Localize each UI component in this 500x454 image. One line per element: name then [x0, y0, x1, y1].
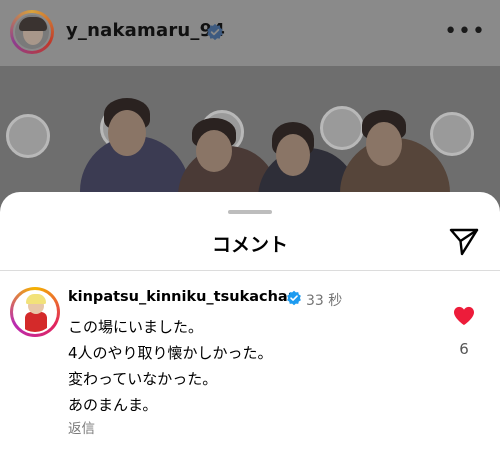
verified-badge-icon [287, 290, 301, 306]
more-horizontal-icon[interactable]: ••• [444, 21, 486, 43]
comment-text-line: あのまんま。 [68, 396, 158, 414]
heart-icon[interactable] [453, 306, 475, 326]
comment-timestamp: 33 秒 [306, 293, 343, 309]
commenter-avatar[interactable] [10, 287, 60, 337]
commenter-username[interactable]: kinpatsu_kinniku_tsukachan [68, 289, 298, 305]
verified-badge-icon [207, 23, 223, 41]
send-icon[interactable] [449, 228, 479, 256]
comments-sheet: コメント kinpatsu_kinniku_tsukachan 33 秒 この場… [0, 192, 500, 454]
post-author-avatar[interactable] [10, 10, 54, 54]
comment-text-line: この場にいました。 [68, 318, 204, 336]
sheet-divider [0, 270, 500, 271]
post-author-username[interactable]: y_nakamaru_94 [66, 20, 225, 41]
post-author-avatar-image [13, 13, 51, 51]
like-count: 6 [459, 340, 469, 358]
commenter-avatar-image [13, 290, 57, 334]
sheet-title: コメント [211, 234, 288, 256]
post-header: y_nakamaru_94 ••• [0, 0, 500, 66]
comment-text-line: 4人のやり取り懐かしかった。 [68, 344, 273, 362]
comment-text-line: 変わっていなかった。 [68, 370, 218, 388]
reply-button[interactable]: 返信 [68, 417, 95, 437]
sheet-drag-handle[interactable] [228, 210, 272, 214]
